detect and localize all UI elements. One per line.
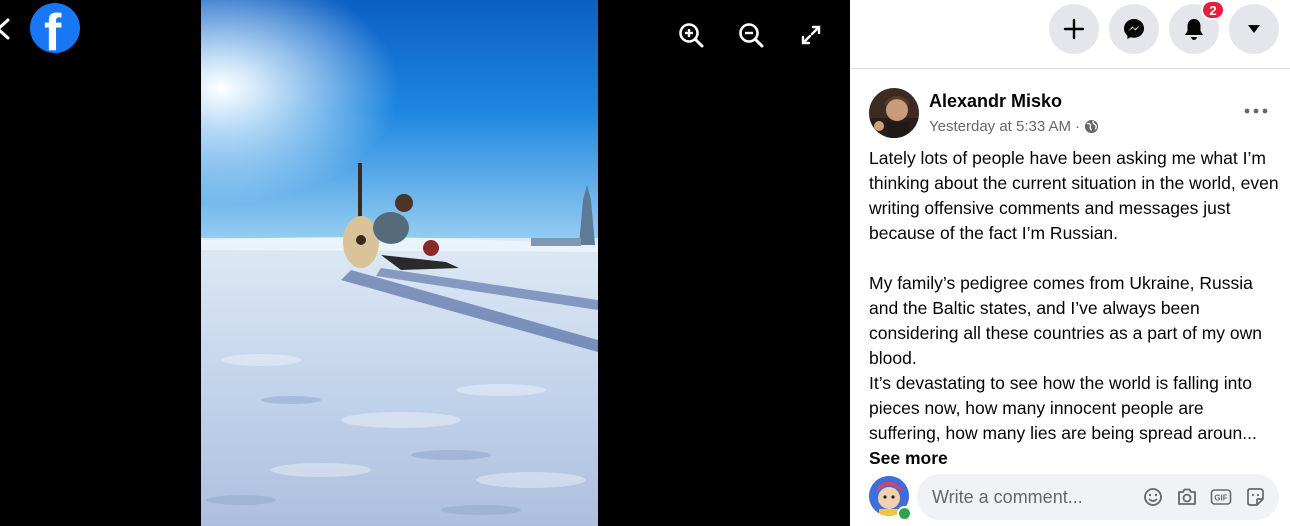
messenger-button[interactable] <box>1109 4 1159 54</box>
globe-icon <box>1084 119 1099 134</box>
plus-icon <box>1063 18 1085 40</box>
photo-image <box>201 0 598 526</box>
account-menu-button[interactable] <box>1229 4 1279 54</box>
fullscreen-button[interactable] <box>796 20 826 50</box>
facebook-logo-letter: f <box>44 4 62 53</box>
gif-icon: GIF <box>1210 489 1232 505</box>
caret-down-icon <box>1248 25 1260 33</box>
comment-placeholder: Write a comment... <box>932 487 1083 507</box>
fullscreen-icon <box>801 25 821 45</box>
zoom-out-button[interactable] <box>736 20 766 50</box>
post-photo[interactable] <box>201 0 598 526</box>
comment-composer: Write a comment... GIF <box>869 474 1281 521</box>
online-status-dot <box>897 506 912 521</box>
author-avatar-image <box>869 88 919 138</box>
post-author-name[interactable]: Alexandr Misko <box>929 91 1062 112</box>
post-meta: Yesterday at 5:33 AM · <box>929 118 1099 135</box>
create-button[interactable] <box>1049 4 1099 54</box>
emoji-button[interactable] <box>1142 486 1164 508</box>
camera-icon <box>1178 488 1196 505</box>
notification-badge: 2 <box>1201 0 1225 20</box>
post-timestamp[interactable]: Yesterday at 5:33 AM <box>929 118 1071 135</box>
see-more-link[interactable]: See more <box>869 448 948 464</box>
bell-icon <box>1185 19 1203 40</box>
post-options-button[interactable] <box>1240 98 1272 124</box>
comment-input[interactable]: Write a comment... GIF <box>917 474 1279 520</box>
photo-attach-button[interactable] <box>1176 486 1198 508</box>
post-text: Lately lots of people have been asking m… <box>869 146 1279 464</box>
zoom-out-icon <box>739 23 764 48</box>
post-paragraph: My family’s pedigree comes from Ukraine,… <box>869 273 1262 368</box>
facebook-logo[interactable]: f <box>30 3 80 53</box>
emoji-icon <box>1144 488 1162 506</box>
post-paragraph: It’s devastating to see how the world is… <box>869 371 1279 464</box>
author-avatar[interactable] <box>869 88 919 138</box>
zoom-in-button[interactable] <box>676 20 706 50</box>
photo-viewer: f <box>0 0 850 526</box>
back-button[interactable] <box>0 18 12 40</box>
post-paragraph-text: It’s devastating to see how the world is… <box>869 373 1257 443</box>
sticker-button[interactable] <box>1244 486 1266 508</box>
meta-separator: · <box>1075 118 1081 135</box>
gif-button[interactable]: GIF <box>1210 486 1232 508</box>
messenger-icon <box>1124 19 1144 39</box>
more-horizontal-icon <box>1244 108 1268 114</box>
svg-text:GIF: GIF <box>1214 494 1227 503</box>
current-user-avatar[interactable] <box>869 476 912 521</box>
post-paragraph: Lately lots of people have been asking m… <box>869 148 1279 243</box>
chevron-left-icon <box>0 18 10 40</box>
sticker-icon <box>1247 488 1264 506</box>
zoom-in-icon <box>679 23 704 48</box>
